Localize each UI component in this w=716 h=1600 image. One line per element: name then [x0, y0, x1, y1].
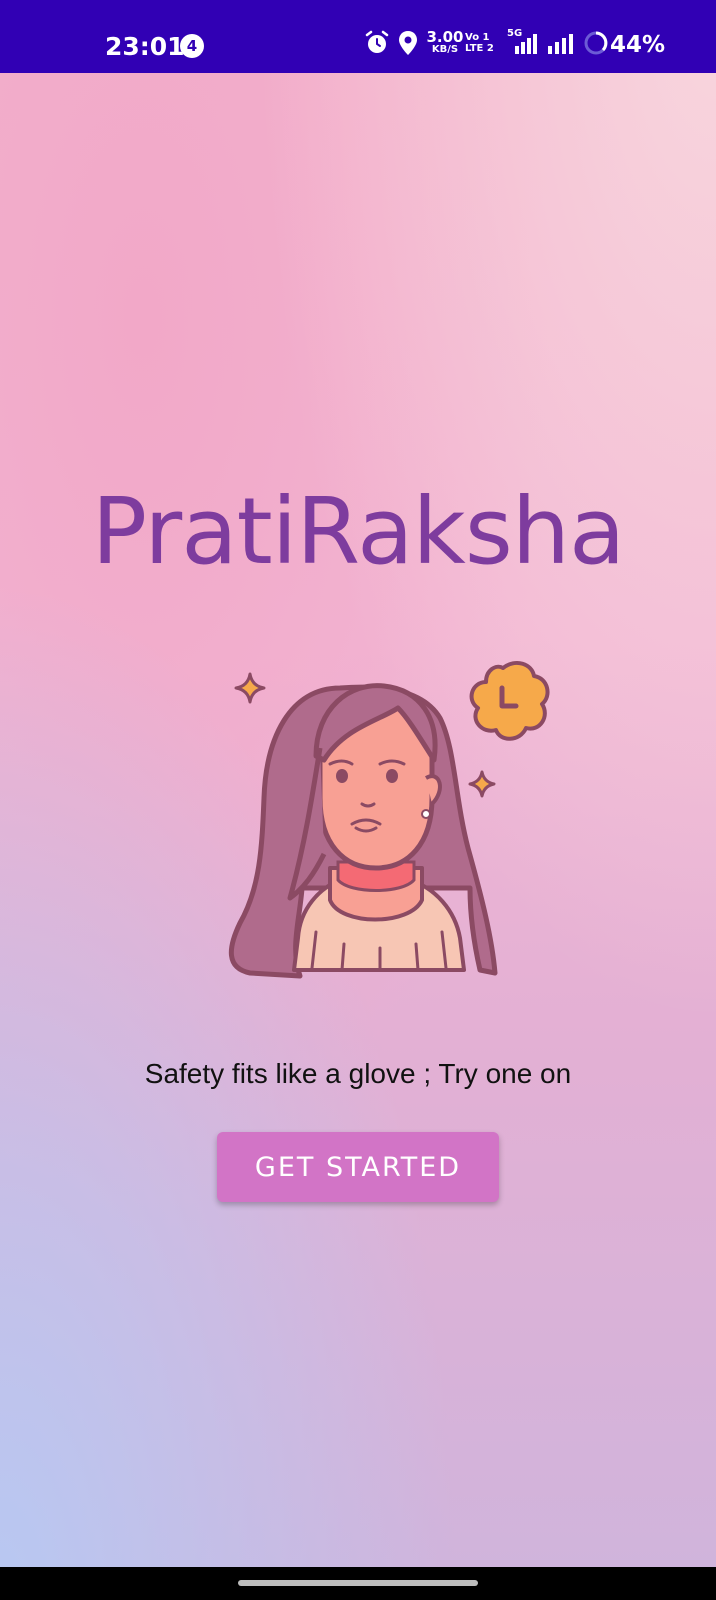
status-bar: 23:01 4 3.00 KB/S Vo 1 LTE 2 5G 44% [0, 0, 716, 73]
woman-avatar-illustration [220, 648, 560, 988]
app-title: PratiRaksha [91, 478, 626, 585]
volte-line2: LTE 2 [465, 43, 494, 54]
network-speed-unit: KB/S [431, 44, 459, 55]
network-speed: 3.00 KB/S [426, 30, 464, 55]
volte-line1: Vo 1 [465, 32, 490, 43]
sparkle-icon [468, 770, 496, 798]
clock-bubble-icon [469, 660, 550, 741]
get-started-button[interactable]: GET STARTED [217, 1132, 499, 1202]
location-icon [398, 30, 418, 61]
network-speed-value: 3.00 [426, 28, 464, 46]
battery-percentage: 44% [610, 32, 666, 58]
home-gesture-pill[interactable] [238, 1580, 478, 1586]
battery-saver-icon [583, 30, 609, 61]
screen: 23:01 4 3.00 KB/S Vo 1 LTE 2 5G 44% Prat… [0, 0, 716, 1600]
sparkle-icon [234, 672, 266, 704]
volte-indicator: Vo 1 LTE 2 [465, 32, 495, 54]
navigation-bar [0, 1567, 716, 1600]
signal-icon [547, 30, 577, 61]
status-time: 23:01 [105, 32, 185, 61]
notification-count-badge: 4 [180, 34, 204, 58]
tagline: Safety fits like a glove ; Try one on [144, 1058, 572, 1089]
alarm-icon [365, 30, 389, 61]
